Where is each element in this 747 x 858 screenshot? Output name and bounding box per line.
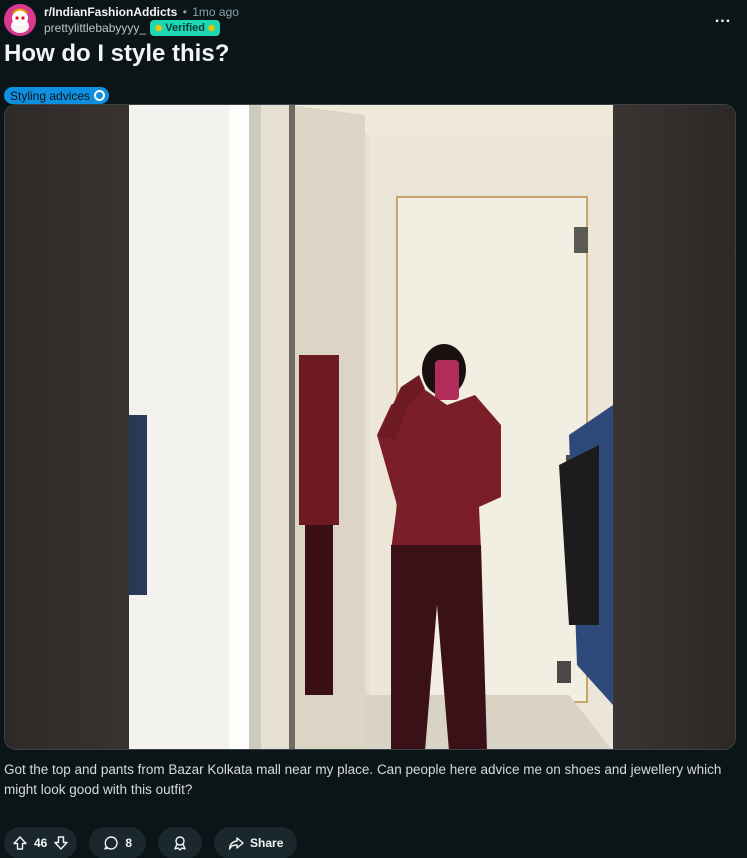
share-arrow-icon: [228, 837, 244, 850]
post-header: r/IndianFashionAddicts • 1mo ago prettyl…: [4, 2, 747, 38]
subreddit-name[interactable]: r/IndianFashionAddicts: [44, 5, 177, 19]
reddit-post: r/IndianFashionAddicts • 1mo ago prettyl…: [0, 0, 747, 858]
author-username[interactable]: prettylittlebabyyyy_: [44, 21, 146, 35]
post-flair[interactable]: Styling advices: [4, 87, 110, 104]
comment-count: 8: [125, 836, 133, 850]
award-ribbon-icon: [174, 836, 186, 851]
separator-dot: •: [182, 5, 187, 19]
image-blur-left: [5, 105, 129, 749]
mirror-selfie-photo: [129, 105, 613, 749]
post-image[interactable]: [4, 104, 736, 750]
subreddit-avatar[interactable]: [4, 4, 36, 36]
award-button[interactable]: [158, 827, 203, 858]
verified-badge: ✸ Verified ✸: [150, 20, 221, 36]
star-icon: ✸: [154, 22, 164, 35]
more-options-button[interactable]: ...: [713, 8, 733, 28]
arrow-up-outline-icon[interactable]: [12, 835, 28, 851]
author-line: prettylittlebabyyyy_ ✸ Verified ✸: [44, 20, 221, 36]
post-title[interactable]: How do I style this?: [4, 40, 229, 68]
flair-label: Styling advices: [10, 88, 91, 103]
subreddit-line: r/IndianFashionAddicts • 1mo ago: [44, 5, 239, 19]
star-icon: ✸: [207, 22, 217, 35]
post-body: Got the top and pants from Bazar Kolkata…: [4, 762, 722, 797]
share-button[interactable]: Share: [214, 827, 298, 858]
speech-bubble-icon: [104, 836, 119, 850]
post-time: 1mo ago: [192, 5, 239, 19]
circle-icon: [94, 90, 106, 101]
action-bar: 46 8 Share: [4, 827, 298, 858]
arrow-down-outline-icon[interactable]: [53, 835, 69, 851]
vote-count: 46: [34, 836, 48, 850]
ellipsis-icon: ...: [714, 9, 732, 26]
vote-control: 46: [4, 827, 78, 858]
verified-label: Verified: [165, 22, 206, 34]
comments-button[interactable]: 8: [89, 827, 147, 858]
image-blur-right: [611, 105, 735, 749]
share-label: Share: [250, 836, 284, 850]
